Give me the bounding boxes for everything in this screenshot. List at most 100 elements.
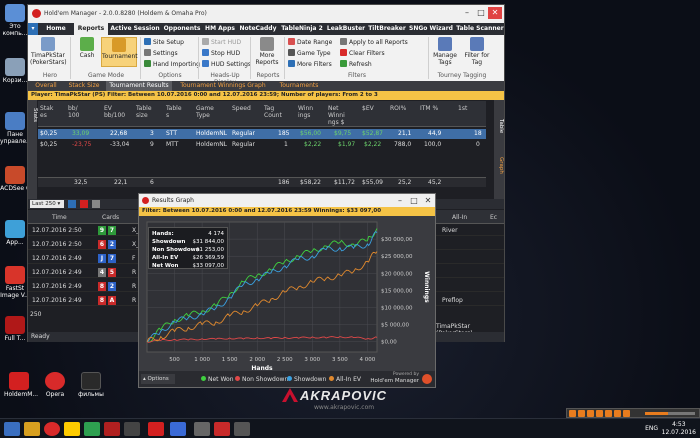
hand-importing-button[interactable]: Hand Importing bbox=[144, 60, 200, 68]
app-taskbar-icon[interactable] bbox=[84, 422, 100, 436]
stop-icon[interactable] bbox=[587, 410, 594, 417]
cash-button[interactable]: Cash bbox=[74, 37, 100, 59]
app-taskbar-icon[interactable] bbox=[124, 422, 140, 436]
explorer-icon[interactable] bbox=[24, 422, 40, 436]
legend-showdown[interactable]: Showdown bbox=[287, 376, 326, 383]
hero-selector[interactable]: TimaPkStar (PokerStars) bbox=[30, 37, 67, 66]
app-taskbar-icon[interactable] bbox=[104, 422, 120, 436]
holdem-manager-taskbar-icon[interactable] bbox=[148, 422, 164, 436]
col-first[interactable]: 1st bbox=[458, 105, 478, 112]
col-game-type[interactable]: Game Type bbox=[196, 105, 226, 119]
clear-filters-button[interactable]: Clear Filters bbox=[340, 49, 385, 57]
menu-hm-apps[interactable]: HM Apps bbox=[204, 23, 236, 35]
menu-table-scanner[interactable]: Table Scanner bbox=[456, 23, 504, 35]
desktop-icon-faststone[interactable]: FastSt Image V... bbox=[0, 266, 30, 299]
desktop-icon-control-panel[interactable]: Пане управле... bbox=[0, 112, 32, 145]
more-filters-button[interactable]: More Filters bbox=[288, 60, 332, 68]
file-menu-button[interactable]: ▾ bbox=[28, 23, 38, 35]
hud-settings-button[interactable]: HUD Settings bbox=[202, 60, 251, 68]
col-net-winnings[interactable]: Net Winni ngs $ bbox=[328, 105, 354, 126]
tournament-button[interactable]: Tournament bbox=[101, 37, 138, 67]
graph-options-button[interactable]: ▴ Options bbox=[141, 374, 175, 384]
menu-sngo-wizard[interactable]: SNGo Wizard bbox=[408, 23, 454, 35]
col-tag-count[interactable]: Tag Count bbox=[264, 105, 288, 119]
clock[interactable]: 4:53 12.07.2016 bbox=[662, 421, 696, 437]
desktop-icon-films[interactable]: фильмы bbox=[76, 372, 106, 398]
desktop-icon-computer[interactable]: Это компь... bbox=[0, 4, 30, 37]
page-size-field[interactable]: 250 bbox=[28, 310, 138, 320]
app-taskbar-icon[interactable] bbox=[64, 422, 80, 436]
legend-non-showdown[interactable]: Non Showdown bbox=[235, 376, 288, 383]
title-bar[interactable]: Hold'em Manager - 2.0.0.8280 (Holdem & O… bbox=[28, 5, 504, 23]
close-button[interactable]: ✕ bbox=[488, 7, 502, 19]
app-taskbar-icon[interactable] bbox=[234, 422, 250, 436]
desktop-icon-holdem-manager[interactable]: HoldemM... bbox=[4, 372, 38, 398]
side-tab-graph[interactable]: Graph bbox=[494, 150, 504, 180]
minimize-button[interactable]: – bbox=[393, 194, 407, 207]
tab-stack-size[interactable]: Stack Size bbox=[64, 81, 104, 91]
site-setup-button[interactable]: Site Setup bbox=[144, 38, 184, 46]
col-ec[interactable]: Ec bbox=[490, 214, 497, 221]
refresh-button[interactable]: Refresh bbox=[340, 60, 372, 68]
menu-opponents[interactable]: Opponents bbox=[162, 23, 202, 35]
settings-button[interactable]: Settings bbox=[144, 49, 178, 57]
maximize-button[interactable]: □ bbox=[474, 7, 488, 19]
desktop-icon-opera[interactable]: Opera bbox=[40, 372, 70, 398]
menu-active-session[interactable]: Active Session bbox=[110, 23, 160, 35]
legend-net-won[interactable]: Net Won bbox=[201, 376, 234, 383]
minimize-button[interactable]: – bbox=[460, 7, 474, 19]
app-taskbar-icon[interactable] bbox=[194, 422, 210, 436]
play-icon[interactable] bbox=[578, 410, 585, 417]
stats-panel-tab[interactable]: Stats bbox=[28, 100, 38, 200]
export-icon[interactable] bbox=[92, 200, 100, 208]
filter-for-tag-button[interactable]: Filter for Tag bbox=[462, 37, 492, 66]
media-player-bar[interactable] bbox=[566, 408, 700, 418]
language-indicator[interactable]: ENG bbox=[645, 425, 658, 432]
start-hud-button[interactable]: Start HUD bbox=[202, 38, 241, 46]
col-roi[interactable]: ROI% bbox=[390, 105, 410, 112]
side-tab-table[interactable]: Table bbox=[494, 106, 504, 146]
hands-count-dropdown[interactable]: Last 250 ▾ bbox=[30, 200, 64, 208]
tab-tournament-results[interactable]: Tournament Results bbox=[106, 81, 172, 91]
col-cards[interactable]: Cards bbox=[102, 214, 119, 221]
desktop-icon-acdsee[interactable]: ACDSee 6 bbox=[0, 166, 30, 192]
col-table-s[interactable]: Table s bbox=[166, 105, 182, 119]
legend-all-in-ev[interactable]: All-In EV bbox=[329, 376, 361, 383]
col-all-in[interactable]: All-In bbox=[452, 214, 467, 221]
start-icon[interactable] bbox=[4, 422, 20, 436]
manage-tags-button[interactable]: Manage Tags bbox=[430, 37, 460, 66]
table-row[interactable]: $0,25 -23,75 -33,04 9 MTT HoldemNL Regul… bbox=[38, 140, 486, 150]
tab-tournament-winnings-graph[interactable]: Tournament Winnings Graph bbox=[174, 81, 272, 91]
col-bb100[interactable]: bb/ 100 bbox=[68, 105, 84, 119]
more-reports-button[interactable]: More Reports bbox=[253, 37, 281, 66]
close-button[interactable]: ✕ bbox=[421, 194, 435, 207]
replay-icon[interactable] bbox=[80, 200, 88, 208]
pause-icon[interactable] bbox=[605, 410, 612, 417]
col-speed[interactable]: Speed bbox=[232, 105, 256, 112]
col-stakes[interactable]: Stak es bbox=[40, 105, 56, 119]
col-ev-bb100[interactable]: EV bb/100 bbox=[104, 105, 128, 119]
tab-tournaments[interactable]: Tournaments bbox=[274, 81, 324, 91]
menu-reports[interactable]: Reports bbox=[74, 23, 108, 35]
col-table-size[interactable]: Table size bbox=[136, 105, 156, 119]
menu-notecaddy[interactable]: NoteCaddy bbox=[238, 23, 278, 35]
menu-leakbuster[interactable]: LeakBuster bbox=[326, 23, 366, 35]
col-ev[interactable]: $EV bbox=[362, 105, 382, 112]
tab-overall[interactable]: Overall bbox=[30, 81, 62, 91]
next-icon[interactable] bbox=[596, 410, 603, 417]
menu-tiltbreaker[interactable]: TiltBreaker bbox=[368, 23, 406, 35]
desktop-icon-full-tilt[interactable]: Full T... bbox=[0, 316, 30, 342]
desktop-icon-recycle-bin[interactable]: Корзи... bbox=[0, 58, 30, 84]
volume-icon[interactable] bbox=[623, 410, 630, 417]
maximize-button[interactable]: □ bbox=[407, 194, 421, 207]
app-taskbar-icon[interactable] bbox=[214, 422, 230, 436]
menu-home[interactable]: Home bbox=[40, 23, 72, 35]
table-row[interactable]: $0,25 33,09 22,68 3 STT HoldemNL Regular… bbox=[38, 129, 486, 139]
refresh-hands-icon[interactable] bbox=[68, 200, 76, 208]
desktop-icon-app[interactable]: App... bbox=[0, 220, 30, 246]
results-graph-title-bar[interactable]: Results Graph – □ ✕ bbox=[139, 194, 435, 207]
stop-hud-button[interactable]: Stop HUD bbox=[202, 49, 240, 57]
playlist-icon[interactable] bbox=[614, 410, 621, 417]
col-winnings[interactable]: Winn ings bbox=[298, 105, 322, 119]
col-time[interactable]: Time bbox=[52, 214, 67, 221]
